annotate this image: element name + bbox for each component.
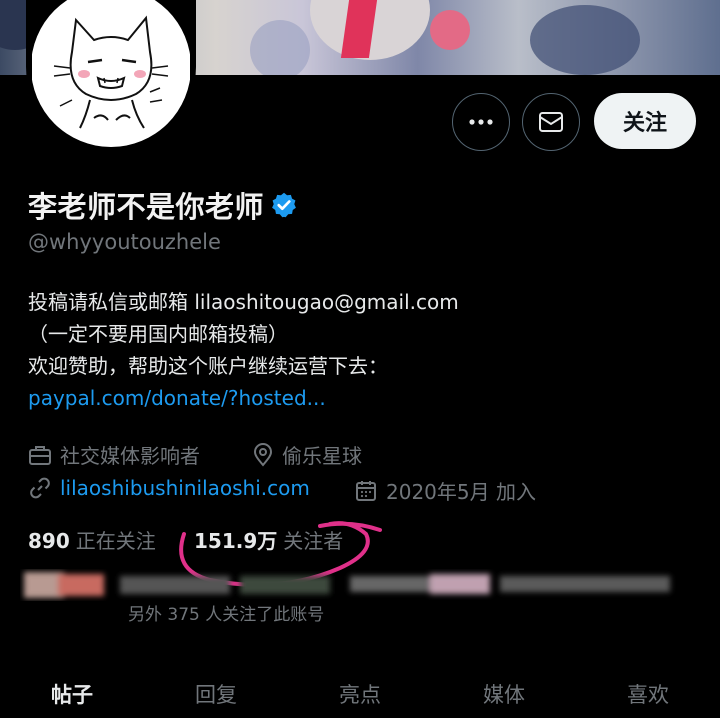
bio-donate-link[interactable]: paypal.com/donate/?hosted...	[28, 382, 459, 414]
profile-category: 社交媒体影响者	[28, 440, 200, 469]
bio-line-2: （一定不要用国内邮箱投稿）	[28, 322, 288, 346]
tab-likes[interactable]: 喜欢	[576, 665, 720, 718]
tab-highlights[interactable]: 亮点	[288, 665, 432, 718]
category-label: 社交媒体影响者	[60, 444, 200, 468]
calendar-icon	[356, 480, 376, 501]
profile-joined: 2020年5月 加入	[354, 476, 536, 505]
bio-line-1: 投稿请私信或邮箱 lilaoshitougao@gmail.com	[28, 290, 459, 314]
website-link[interactable]: lilaoshibushinilaoshi.com	[60, 476, 310, 500]
followed-by-text[interactable]: 另外 375 人关注了此账号	[128, 600, 324, 625]
avatar[interactable]	[26, 0, 196, 152]
following-stat[interactable]: 890 正在关注	[28, 525, 156, 554]
bio-line-3: 欢迎赞助，帮助这个账户继续运营下去：	[28, 354, 388, 378]
follow-button[interactable]: 关注	[594, 93, 696, 149]
message-button[interactable]	[522, 93, 580, 151]
tab-replies[interactable]: 回复	[144, 665, 288, 718]
cat-avatar-image	[32, 0, 190, 147]
envelope-icon	[539, 112, 563, 132]
briefcase-icon	[29, 445, 51, 465]
verified-badge-icon[interactable]	[270, 191, 298, 219]
joined-label: 2020年5月 加入	[386, 480, 536, 504]
more-options-button[interactable]	[452, 93, 510, 151]
profile-location: 偷乐星球	[252, 440, 362, 469]
tab-posts[interactable]: 帖子	[0, 665, 144, 718]
name-row: 李老师不是你老师	[28, 184, 298, 226]
display-name: 李老师不是你老师	[28, 190, 265, 224]
blurred-followers-preview	[24, 572, 670, 598]
profile-website[interactable]: lilaoshibushinilaoshi.com	[28, 476, 310, 500]
location-pin-icon	[253, 442, 273, 467]
profile-tabs: 帖子 回复 亮点 媒体 喜欢	[0, 665, 720, 718]
tab-media[interactable]: 媒体	[432, 665, 576, 718]
link-icon	[30, 477, 50, 499]
profile-bio: 投稿请私信或邮箱 lilaoshitougao@gmail.com （一定不要用…	[28, 286, 459, 414]
location-label: 偷乐星球	[282, 444, 362, 468]
following-count: 890	[28, 529, 70, 553]
more-horizontal-icon	[469, 119, 493, 125]
following-label: 正在关注	[75, 529, 156, 553]
profile-handle: @whyyoutouzhele	[28, 230, 221, 254]
